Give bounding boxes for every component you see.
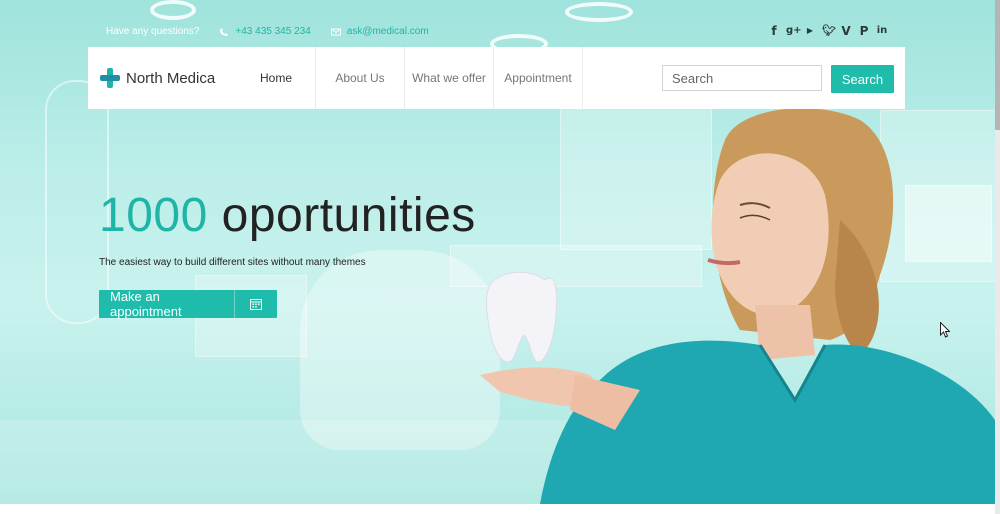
email-address: ask@medical.com <box>346 26 429 37</box>
envelope-icon <box>330 28 341 35</box>
hero-headline: 1000 oportunities <box>99 188 476 243</box>
nurse-with-tooth-image <box>480 108 995 504</box>
cta-divider <box>234 290 235 318</box>
top-info-bar: Have any questions? +43 435 345 234 ask@… <box>106 26 429 37</box>
facebook-icon[interactable]: f <box>768 24 780 38</box>
main-navbar: North Medica Home About Us What we offer… <box>88 47 905 109</box>
email-link[interactable]: ask@medical.com <box>330 26 429 37</box>
brand-logo[interactable]: North Medica <box>99 67 237 89</box>
brand-name: North Medica <box>126 69 216 87</box>
medical-cross-icon <box>100 68 120 88</box>
headline-number: 1000 <box>99 189 208 242</box>
social-links: f g+ ▶ 🐦︎ V P in <box>768 24 888 38</box>
phone-number: +43 435 345 234 <box>235 26 311 37</box>
twitter-icon[interactable]: 🐦︎ <box>822 24 836 38</box>
youtube-icon[interactable]: ▶ <box>804 24 816 38</box>
ceiling-light <box>150 0 196 20</box>
make-appointment-button[interactable]: Make an appointment <box>99 289 277 319</box>
calendar-icon <box>250 299 262 310</box>
scrollbar-thumb[interactable] <box>995 0 1000 130</box>
nav-appointment[interactable]: Appointment <box>494 47 583 109</box>
page-bottom <box>0 504 995 514</box>
nav-home[interactable]: Home <box>237 47 316 109</box>
vimeo-icon[interactable]: V <box>840 24 852 38</box>
phone-link[interactable]: +43 435 345 234 <box>219 26 311 37</box>
linkedin-icon[interactable]: in <box>876 24 888 38</box>
google-plus-icon[interactable]: g+ <box>786 24 802 38</box>
headline-text: oportunities <box>221 189 476 242</box>
ceiling-light <box>565 2 633 22</box>
search-input[interactable] <box>662 65 822 91</box>
questions-text: Have any questions? <box>106 26 200 37</box>
phone-icon <box>220 27 229 36</box>
nav-what-we-offer[interactable]: What we offer <box>405 47 494 109</box>
scrollbar[interactable] <box>995 0 1000 514</box>
hero-section: Have any questions? +43 435 345 234 ask@… <box>0 0 995 504</box>
hero-subtitle: The easiest way to build different sites… <box>99 257 366 268</box>
pinterest-icon[interactable]: P <box>858 24 870 38</box>
cta-label: Make an appointment <box>110 289 182 319</box>
nav-about-us[interactable]: About Us <box>316 47 405 109</box>
search-button[interactable]: Search <box>831 65 894 93</box>
mouse-cursor-icon <box>940 322 950 338</box>
